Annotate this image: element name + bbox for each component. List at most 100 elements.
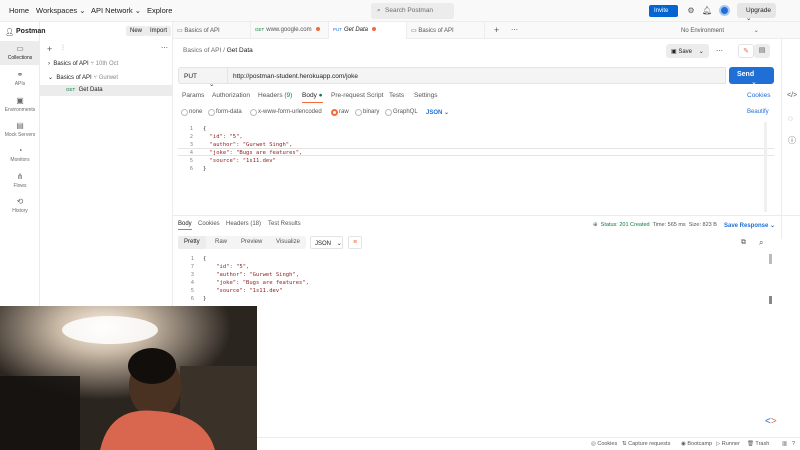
save-response-button[interactable]: Save Response ⌄ (724, 222, 775, 229)
send-button[interactable]: Send ⌄ (729, 67, 774, 86)
tree-item[interactable]: › Basics of API ⑂ 10th Oct (48, 61, 118, 67)
collection-icon: ▭ (177, 28, 183, 34)
bootcamp-button[interactable]: ◉ Bootcamp (681, 441, 712, 447)
tab-authorization[interactable]: Authorization (212, 92, 250, 99)
cookie-icon: ◎ (591, 441, 596, 447)
response-tab-headers[interactable]: Headers (18) (226, 221, 261, 227)
tree-item[interactable]: ⌄ Basics of API ⑂ Gurwet (48, 74, 118, 81)
format-visualize[interactable]: Visualize (270, 236, 306, 249)
status-bar: ◎ Cookies ⇅ Capture requests ◉ Bootcamp … (257, 437, 800, 450)
filter-icon[interactable]: ⫶ (62, 45, 64, 53)
tab-tests[interactable]: Tests (389, 92, 404, 99)
collections-icon: ▭ (16, 44, 24, 53)
capture-icon: ⇅ (622, 441, 627, 447)
body-format-select[interactable]: JSON ⌄ (426, 109, 449, 116)
search-input[interactable]: ⌕ Search Postman (371, 3, 454, 19)
chevron-down-icon: ⌄ (698, 49, 704, 55)
upgrade-button[interactable]: Upgrade ⌄ (737, 3, 776, 22)
sidebar-item-mock-servers[interactable]: ▤ Mock Servers (0, 121, 40, 138)
sidebar-item-history[interactable]: ⟲ History (0, 197, 40, 214)
response-scrollbar[interactable] (769, 254, 772, 264)
tab-body[interactable]: Body ● (302, 92, 323, 103)
body-type-binary[interactable]: binary (355, 109, 379, 116)
body-type-none[interactable]: none (181, 109, 202, 116)
help-icon[interactable]: ? (792, 441, 795, 447)
tab-pre-request-script[interactable]: Pre-request Script (331, 92, 383, 99)
body-type-urlencoded[interactable]: x-www-form-urlencoded (250, 109, 322, 116)
method-select[interactable]: PUT ⌄ (178, 67, 228, 88)
format-pretty[interactable]: Pretty (178, 236, 206, 249)
new-button[interactable]: New (126, 26, 147, 36)
sidebar-item-collections[interactable]: ▭ Collections (0, 41, 40, 65)
chevron-down-icon: ⌄ (753, 28, 759, 34)
response-tab-cookies[interactable]: Cookies (198, 221, 220, 227)
more-tabs-icon[interactable]: ⋯ (511, 26, 518, 34)
tree-request-item[interactable]: GET Get Data (40, 85, 173, 96)
documentation-icon[interactable]: ▤ (754, 44, 770, 58)
wrap-lines-icon[interactable]: ≡ (348, 236, 362, 249)
more-icon[interactable]: ⋯ (161, 44, 168, 52)
comments-icon[interactable]: ◌ (788, 114, 793, 123)
response-status: ⊕ Status: 201 Created Time: 565 ms Size:… (593, 222, 717, 228)
invite-button[interactable]: Invite (649, 5, 678, 17)
trash-button[interactable]: 🗑︎ Trash (747, 441, 769, 447)
workspace-icon: 👤︎ (5, 29, 14, 36)
cookies-link[interactable]: Cookies (747, 92, 770, 99)
top-bar: Home Workspaces ⌄ API Network ⌄ Explore … (0, 0, 800, 22)
tab-get-data[interactable]: PUT Get Data (329, 22, 407, 39)
body-type-graphql[interactable]: GraphQL (385, 109, 418, 116)
sidebar-item-environments[interactable]: ▣ Environments (0, 96, 40, 113)
beautify-link[interactable]: Beautify (747, 109, 769, 115)
response-format-select[interactable]: JSON ⌄ (310, 236, 343, 249)
notification-bell-icon[interactable]: 🔔︎ (702, 6, 712, 16)
request-body-editor[interactable] (178, 122, 774, 212)
url-input[interactable]: http://postman-student.herokuapp.com/jok… (228, 67, 726, 84)
nav-workspaces[interactable]: Workspaces ⌄ (36, 6, 86, 15)
add-icon[interactable]: + (47, 44, 52, 54)
capture-requests-button[interactable]: ⇅ Capture requests (622, 441, 670, 447)
nav-home[interactable]: Home (9, 6, 29, 15)
chevron-right-icon: › (48, 61, 50, 67)
tab-settings[interactable]: Settings (414, 92, 438, 99)
body-type-raw[interactable]: raw (331, 109, 349, 116)
nav-explore[interactable]: Explore (147, 6, 172, 15)
runner-button[interactable]: ▷ Runner (716, 441, 740, 447)
sidebar-item-flows[interactable]: ⋔ Flows (0, 172, 40, 189)
nav-api-network[interactable]: API Network ⌄ (91, 6, 141, 15)
response-scrollbar-end[interactable] (769, 296, 772, 304)
mock-servers-icon: ▤ (16, 121, 24, 130)
settings-icon[interactable]: ⚙ (686, 6, 696, 16)
code-icon[interactable]: </> (787, 92, 797, 99)
copy-icon[interactable]: ⧉ (741, 239, 746, 247)
tab-headers[interactable]: Headers (9) (258, 92, 292, 99)
avatar[interactable] (719, 5, 730, 16)
pane-divider[interactable] (173, 215, 800, 216)
edit-icon[interactable]: ✎ (738, 44, 754, 58)
response-tab-test-results[interactable]: Test Results (268, 221, 301, 227)
response-tab-body[interactable]: Body (178, 221, 192, 230)
apis-icon: ⚭ (16, 70, 24, 79)
tab-basics-of-api-2[interactable]: ▭ Basics of API (407, 22, 485, 39)
body-type-form-data[interactable]: form-data (208, 109, 242, 116)
sidebar-item-monitors[interactable]: ◔ Monitors (0, 146, 40, 163)
import-button[interactable]: Import (146, 26, 172, 36)
info-icon[interactable]: ⓘ (788, 135, 796, 146)
tab-params[interactable]: Params (182, 92, 204, 99)
more-icon[interactable]: ⋯ (716, 47, 723, 55)
collections-panel: 👤︎ Postman New Import + ⫶ ⋯ › Basics of … (5, 22, 173, 306)
layout-icon[interactable]: ▥ (782, 441, 787, 447)
tab-basics-of-api[interactable]: ▭ Basics of API (173, 22, 251, 39)
sidebar-item-apis[interactable]: ⚭ APIs (0, 70, 40, 87)
editor-scrollbar[interactable] (764, 122, 767, 212)
format-raw[interactable]: Raw (209, 236, 233, 249)
sidebar: ▭ Collections ⚭ APIs ▣ Environments ▤ Mock S… (0, 22, 40, 306)
format-preview[interactable]: Preview (235, 236, 268, 249)
webcam-overlay (0, 306, 257, 450)
tab-google[interactable]: GET www.google.com (251, 22, 329, 39)
history-icon: ⟲ (16, 197, 24, 206)
environment-select[interactable]: No Environment ⌄ (681, 27, 759, 34)
cookies-status-button[interactable]: ◎ Cookies (591, 441, 617, 447)
add-tab-icon[interactable]: + (494, 25, 499, 35)
search-icon[interactable]: ⌕ (759, 238, 763, 248)
save-button[interactable]: ▣ Save ⌄ (666, 44, 709, 58)
